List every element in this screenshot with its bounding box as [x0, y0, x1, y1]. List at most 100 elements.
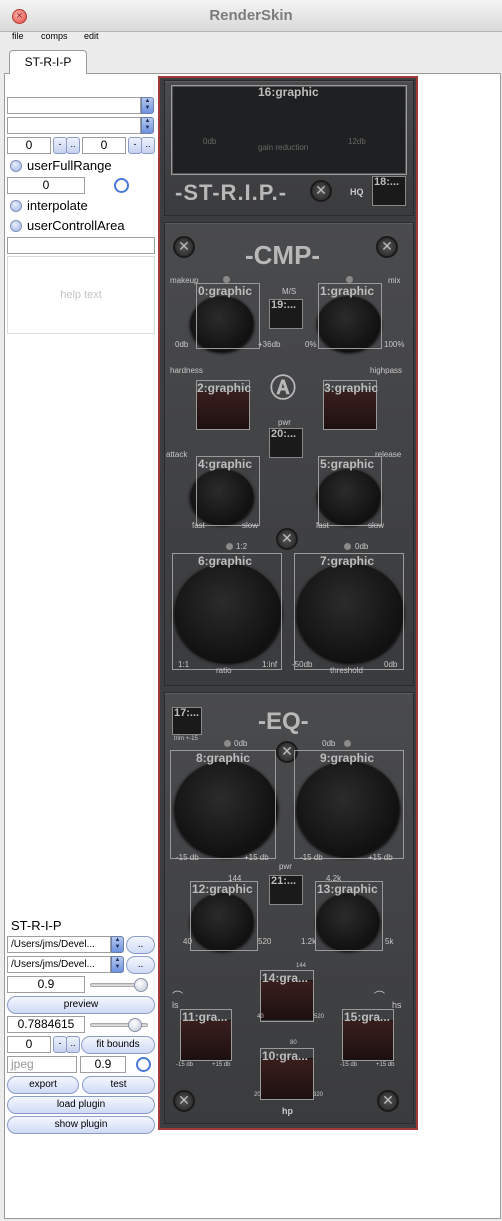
mid-max-label: 520 — [314, 1014, 325, 1020]
graphic-18-label: 18:... — [374, 176, 400, 188]
scale-slider-knob[interactable] — [134, 978, 148, 992]
zoom-field[interactable]: 0.7884615 — [7, 1016, 85, 1033]
graphic-16-label: 16:graphic — [258, 85, 319, 99]
mix-min-label: 0% — [305, 340, 317, 349]
offset-decrement-button[interactable]: - — [53, 1036, 67, 1053]
highpass-label: highpass — [370, 366, 403, 375]
format-field[interactable]: jpeg — [7, 1056, 77, 1073]
menu-comps[interactable]: comps — [41, 31, 68, 41]
graphic-9-box — [294, 750, 404, 859]
graphic-10-label: 10:gra... — [262, 1049, 309, 1063]
min-more-button[interactable]: .. — [66, 137, 80, 154]
tab-strip[interactable]: ST-R-I-P — [9, 50, 87, 74]
fit-bounds-button[interactable]: fit bounds — [81, 1036, 155, 1054]
zoom-slider-knob[interactable] — [128, 1018, 142, 1032]
path-select-2[interactable]: /Users/jms/Devel... — [7, 956, 111, 973]
screw-icon: ✕ — [310, 180, 332, 202]
value-dial-icon[interactable] — [114, 178, 129, 193]
min-decrement-button[interactable]: - — [53, 137, 67, 154]
hp-label: hp — [282, 1106, 293, 1116]
usercontrollarea-radio[interactable] — [10, 220, 22, 232]
graphic-8-box — [170, 750, 276, 859]
path-select-2-arrows-icon[interactable]: ▲ ▼ — [111, 956, 124, 973]
threshold-max-label: 0db — [384, 660, 398, 669]
path-browse-button-2[interactable]: .. — [126, 956, 155, 974]
low-freq-min-label: 40 — [183, 937, 192, 946]
path-select-1[interactable]: /Users/jms/Devel... — [7, 936, 111, 953]
pwr-label: pwr — [278, 418, 291, 427]
menu-file[interactable]: file — [12, 31, 24, 41]
eq-title: -EQ- — [258, 708, 309, 735]
menu-edit[interactable]: edit — [84, 31, 99, 41]
graphic-0-label: 0:graphic — [198, 284, 253, 298]
mid-freq-top-label: 144 — [296, 963, 307, 969]
show-plugin-button[interactable]: show plugin — [7, 1116, 155, 1134]
low-shelf-max-label: +15 db — [212, 1062, 231, 1068]
interpolate-label: interpolate — [27, 198, 88, 213]
path-browse-button-1[interactable]: .. — [126, 936, 155, 954]
makeup-min-label: 0db — [175, 340, 189, 349]
screw-icon: ✕ — [276, 528, 298, 550]
graphic-6-label: 6:graphic — [198, 554, 253, 568]
screw-icon: ✕ — [376, 236, 398, 258]
property-select-arrows-icon[interactable]: ▲ ▼ — [141, 117, 154, 134]
scale-field[interactable]: 0.9 — [7, 976, 85, 993]
userfullrange-label: userFullRange — [27, 158, 112, 173]
attack-label: attack — [166, 450, 188, 459]
interpolate-radio[interactable] — [10, 200, 22, 212]
plugin-logo: -ST-R.I.P.- — [175, 180, 288, 205]
quality-field[interactable]: 0.9 — [80, 1056, 126, 1073]
graphic-3-label: 3:graphic — [324, 381, 379, 395]
screw-icon: ✕ — [377, 1090, 399, 1112]
text-field[interactable] — [7, 237, 155, 254]
window-title: RenderSkin — [209, 7, 293, 24]
userfullrange-radio[interactable] — [10, 160, 22, 172]
graphic-1-label: 1:graphic — [320, 284, 375, 298]
meter-zero-label: 0db — [203, 137, 217, 146]
low-gain-min-label: -15 db — [176, 853, 199, 862]
max-value-field[interactable]: 0 — [82, 137, 126, 154]
property-select[interactable] — [7, 117, 141, 134]
high-shelf-curve-icon: ⌒ — [374, 991, 385, 1003]
graphic-21-label: 21:... — [271, 875, 297, 887]
graphic-11-label: 11:gra... — [182, 1010, 228, 1024]
quality-dial-icon[interactable] — [136, 1057, 151, 1072]
graphic-19-label: 19:... — [271, 299, 297, 311]
graphic-5-label: 5:graphic — [320, 457, 375, 471]
offset-field[interactable]: 0 — [7, 1036, 51, 1053]
attack-slow-label: slow — [242, 521, 259, 530]
low-shelf-min-label: -15 db — [176, 1062, 194, 1068]
indicator-dot — [224, 740, 231, 747]
min-value-field[interactable]: 0 — [7, 137, 51, 154]
release-fast-label: fast — [316, 521, 329, 530]
makeup-max-label: +36db — [258, 340, 281, 349]
value-field[interactable]: 0 — [7, 177, 85, 194]
indicator-dot — [344, 740, 351, 747]
graphic-7-box — [294, 553, 404, 670]
max-more-button[interactable]: .. — [141, 137, 155, 154]
load-plugin-button[interactable]: load plugin — [7, 1096, 155, 1114]
graphic-17-label: 17:... — [174, 707, 200, 719]
hp-max-label: 320 — [313, 1092, 324, 1098]
export-button[interactable]: export — [7, 1076, 79, 1094]
component-select[interactable] — [7, 97, 141, 114]
high-freq-min-label: 1.2k — [301, 937, 317, 946]
eq-pwr-label: pwr — [279, 862, 292, 871]
graphic-8-label: 8:graphic — [196, 751, 251, 765]
offset-more-button[interactable]: .. — [66, 1036, 80, 1053]
path-select-1-arrows-icon[interactable]: ▲ ▼ — [111, 936, 124, 953]
low-shelf-label: ls — [172, 1000, 179, 1010]
test-button[interactable]: test — [82, 1076, 155, 1094]
mix-max-label: 100% — [384, 340, 405, 349]
screw-icon: ✕ — [173, 1090, 195, 1112]
ratio-min-label: 1:1 — [178, 660, 190, 669]
max-decrement-button[interactable]: - — [128, 137, 142, 154]
release-slow-label: slow — [368, 521, 385, 530]
preview-button[interactable]: preview — [7, 996, 155, 1014]
graphic-7-label: 7:graphic — [320, 554, 375, 568]
component-select-arrows-icon[interactable]: ▲ ▼ — [141, 97, 154, 114]
ratio-top-label: 1:2 — [236, 542, 248, 551]
hp-min-label: 20 — [254, 1092, 261, 1098]
mid-min-label: 40 — [257, 1014, 264, 1020]
threshold-label: threshold — [330, 666, 363, 675]
